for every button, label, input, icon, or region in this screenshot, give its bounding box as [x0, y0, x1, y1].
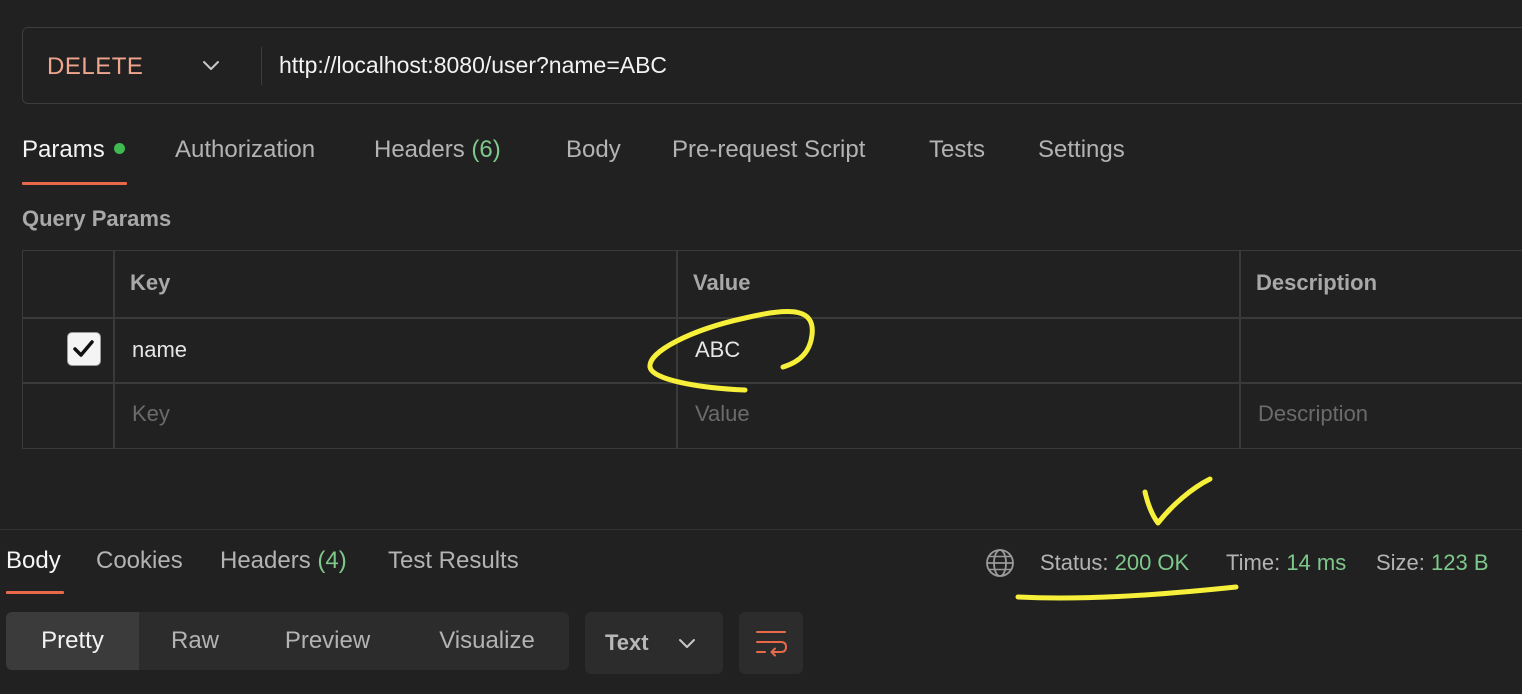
annotation-checkmark	[1142, 476, 1213, 526]
annotation-underline	[1015, 584, 1239, 601]
annotation-overlay	[647, 309, 1239, 601]
annotation-circle	[647, 309, 815, 393]
